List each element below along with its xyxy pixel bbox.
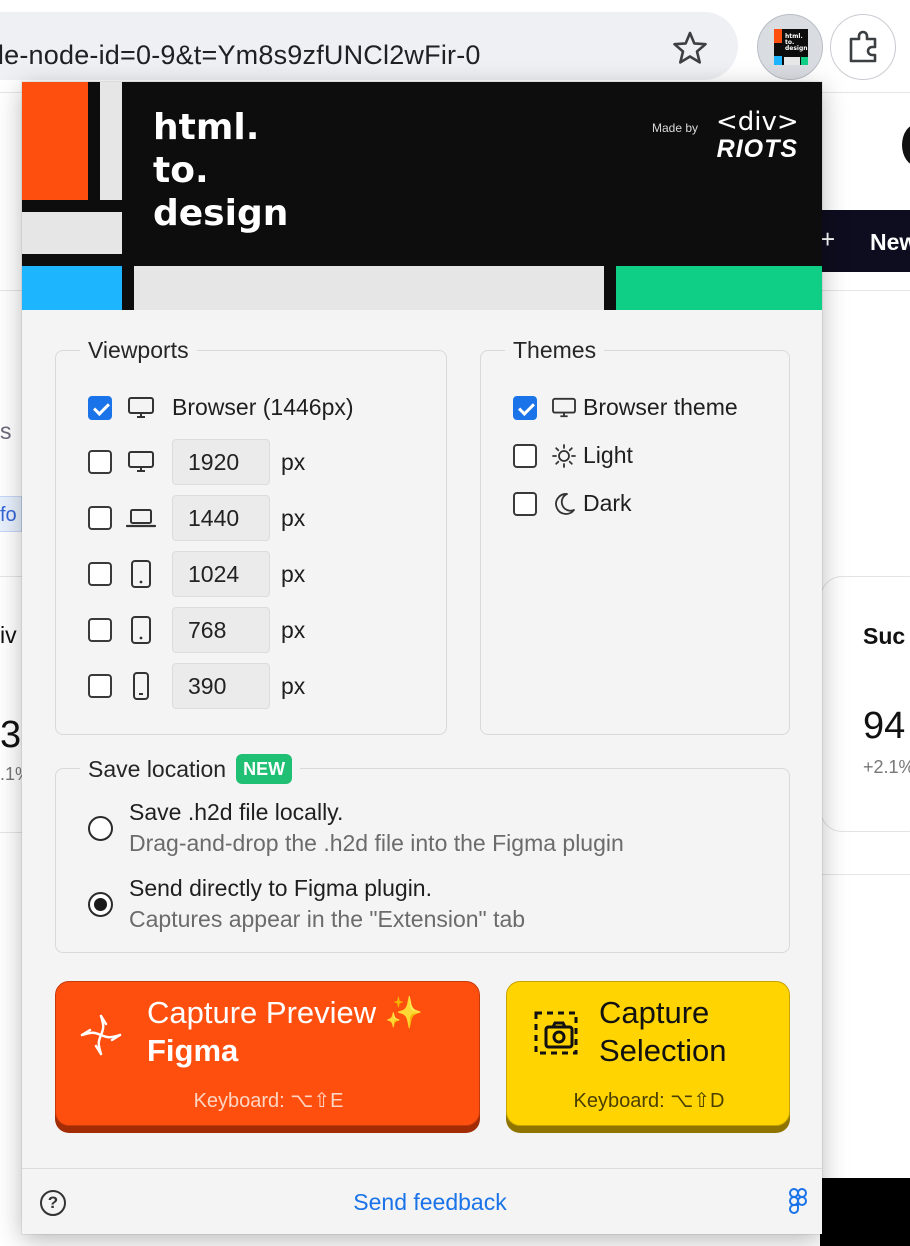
address-bar[interactable]: code-node-id=0-9&t=Ym8s9zfUNCl2wFir-0 (0, 12, 738, 80)
save-option-title: Send directly to Figma plugin. (129, 875, 432, 901)
popup-footer: ? Send feedback (22, 1168, 822, 1234)
save-option-figma[interactable]: Send directly to Figma plugin. Captures … (88, 873, 525, 935)
capture-preview-label: Capture Preview ✨ Figma (147, 995, 424, 1068)
figma-capture-icon (78, 1012, 124, 1063)
px-unit: px (281, 448, 306, 475)
checkbox[interactable] (88, 395, 112, 420)
checkbox[interactable] (88, 450, 112, 474)
moon-icon (551, 491, 577, 517)
viewport-option-browser[interactable]: Browser (1446px) (88, 394, 354, 421)
puzzle-icon[interactable] (830, 14, 896, 80)
px-unit: px (281, 560, 306, 587)
save-option-subtitle: Drag-and-drop the .h2d file into the Fig… (129, 830, 624, 856)
theme-option-light[interactable]: Light (513, 442, 633, 469)
html-to-design-logo: html. to. design (153, 107, 289, 234)
capture-preview-figma-button[interactable]: Capture Preview ✨ Figma Keyboard: ⌥⇧E (55, 981, 480, 1126)
made-by-label: Made by (652, 121, 699, 135)
checkbox[interactable] (513, 491, 537, 516)
viewport-width-input[interactable] (172, 495, 270, 541)
new-badge: NEW (236, 754, 293, 784)
gray-block (22, 212, 122, 254)
radio-button[interactable] (88, 892, 113, 917)
browser-toolbar: code-node-id=0-9&t=Ym8s9zfUNCl2wFir-0 ht… (0, 0, 910, 92)
viewport-option-768[interactable]: px (88, 607, 305, 653)
tablet-icon (126, 559, 156, 589)
new-button[interactable]: + New (812, 210, 910, 272)
theme-option-dark[interactable]: Dark (513, 490, 632, 517)
radio-button[interactable] (88, 816, 113, 841)
tablet-icon (126, 615, 156, 645)
checkbox[interactable] (88, 618, 112, 642)
px-unit: px (281, 616, 306, 643)
viewports-legend: Viewports (80, 337, 197, 363)
px-unit: px (281, 504, 306, 531)
green-block (616, 266, 822, 310)
brand-banner: html. to. design Made by <div> RIOTS (22, 82, 822, 310)
capture-selection-label: Capture Selection (599, 995, 727, 1068)
themes-legend: Themes (505, 337, 605, 363)
viewport-width-input[interactable] (172, 663, 270, 709)
divriots-logo: <div> RIOTS (716, 107, 799, 163)
monitor-icon (126, 396, 156, 420)
theme-option-label: Dark (583, 490, 632, 516)
viewport-option-1440[interactable]: px (88, 495, 305, 541)
send-feedback-link[interactable]: Send feedback (22, 1189, 822, 1216)
orange-block (22, 82, 88, 200)
save-location-legend: Save location NEW (80, 754, 301, 784)
sun-icon (551, 443, 577, 469)
blue-block (22, 266, 122, 310)
save-option-local[interactable]: Save .h2d file locally. Drag-and-drop th… (88, 797, 624, 859)
checkbox[interactable] (88, 506, 112, 530)
save-option-title: Save .h2d file locally. (129, 799, 344, 825)
url-text[interactable]: code-node-id=0-9&t=Ym8s9zfUNCl2wFir-0 (0, 40, 481, 71)
viewport-option-label: Browser (1446px) (172, 394, 354, 420)
laptop-icon (126, 506, 156, 530)
html-to-design-popup: html. to. design Made by <div> RIOTS Vie… (22, 82, 822, 1234)
theme-option-label: Browser theme (583, 394, 738, 420)
gray-bar (100, 82, 122, 200)
phone-icon (126, 671, 156, 701)
figma-icon[interactable] (786, 1187, 810, 1217)
stat-card: Suc 94 +2.1% (820, 576, 910, 832)
viewport-option-1920[interactable]: px (88, 439, 305, 485)
viewport-width-input[interactable] (172, 439, 270, 485)
viewport-width-input[interactable] (172, 607, 270, 653)
gray-strip (134, 266, 604, 310)
theme-option-browser[interactable]: Browser theme (513, 394, 738, 421)
checkbox[interactable] (88, 562, 112, 586)
html-to-design-extension-icon[interactable]: html. to. design (757, 14, 823, 80)
capture-selection-button[interactable]: Capture Selection Keyboard: ⌥⇧D (506, 981, 790, 1126)
camera-selection-icon (533, 1010, 579, 1061)
checkbox[interactable] (513, 395, 537, 420)
checkbox[interactable] (513, 443, 537, 468)
capture-preview-shortcut: Keyboard: ⌥⇧E (193, 1090, 344, 1112)
checkbox[interactable] (88, 674, 112, 698)
viewport-option-390[interactable]: px (88, 663, 305, 709)
monitor-icon (126, 450, 156, 474)
save-option-subtitle: Captures appear in the "Extension" tab (129, 906, 526, 932)
star-icon[interactable] (668, 26, 712, 70)
monitor-icon (551, 397, 577, 419)
px-unit: px (281, 672, 306, 699)
viewport-option-1024[interactable]: px (88, 551, 305, 597)
capture-selection-shortcut: Keyboard: ⌥⇧D (573, 1090, 725, 1112)
theme-option-label: Light (583, 442, 633, 468)
viewport-width-input[interactable] (172, 551, 270, 597)
